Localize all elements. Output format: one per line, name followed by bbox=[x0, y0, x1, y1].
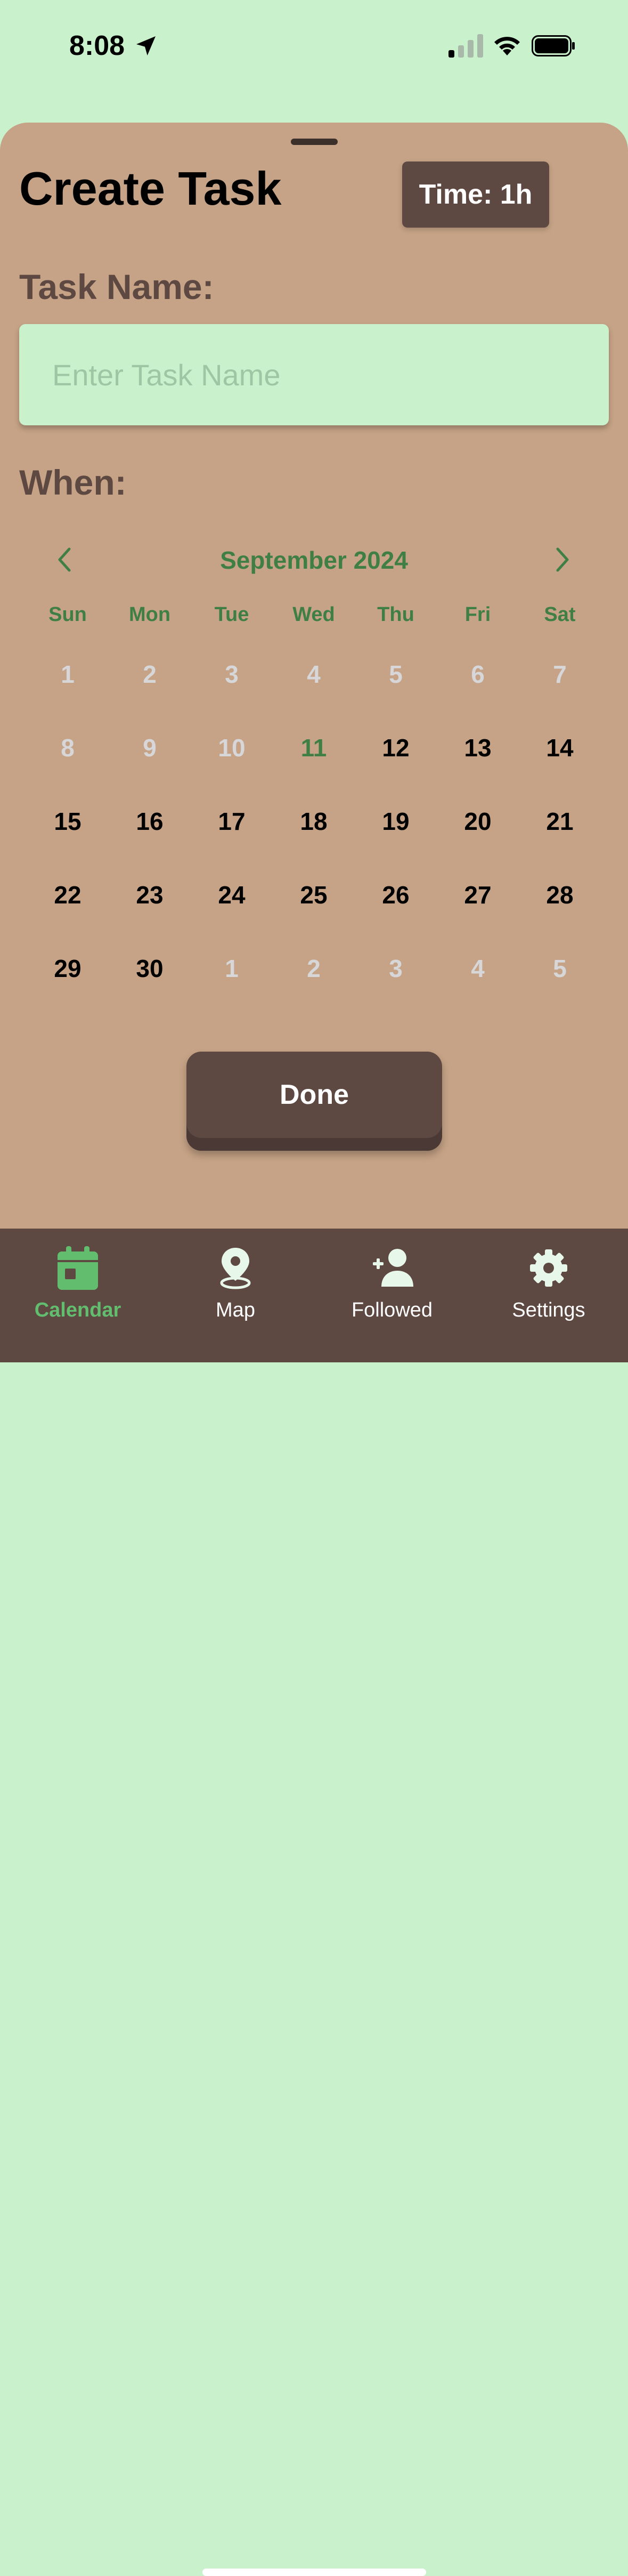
time-badge[interactable]: Time: 1h bbox=[402, 161, 549, 228]
cellular-signal-icon bbox=[448, 34, 483, 58]
calendar-day[interactable]: 12 bbox=[355, 721, 437, 774]
calendar-day[interactable]: 22 bbox=[27, 868, 109, 922]
calendar-day: 1 bbox=[225, 955, 239, 982]
calendar-day: 8 bbox=[61, 734, 75, 762]
calendar-day[interactable]: 25 bbox=[273, 868, 355, 922]
calendar-day[interactable]: 19 bbox=[355, 795, 437, 848]
calendar-day-today[interactable]: 11 bbox=[273, 721, 355, 774]
calendar-day[interactable]: 28 bbox=[519, 868, 601, 922]
calendar-day: 2 bbox=[307, 955, 321, 982]
chevron-right-icon bbox=[556, 547, 569, 572]
calendar-day: 9 bbox=[143, 734, 157, 762]
tab-followed[interactable]: Followed bbox=[328, 1245, 456, 1341]
tab-bar: Calendar Map Followed Settings bbox=[0, 1229, 628, 2576]
status-bar: 8:08 bbox=[0, 0, 628, 93]
calendar-day: 1 bbox=[61, 660, 75, 688]
calendar-day[interactable]: 21 bbox=[519, 795, 601, 848]
calendar-day: 5 bbox=[553, 955, 567, 982]
battery-icon bbox=[532, 35, 575, 56]
map-pin-icon bbox=[220, 1248, 251, 1289]
location-arrow-icon bbox=[136, 36, 156, 55]
weekday-label: Sat bbox=[544, 603, 576, 626]
calendar-day: 4 bbox=[471, 955, 485, 982]
calendar-header: September 2024 bbox=[0, 538, 628, 581]
tab-map-label: Map bbox=[216, 1299, 255, 1321]
tab-calendar[interactable]: Calendar bbox=[14, 1245, 142, 1341]
task-name-input[interactable] bbox=[19, 324, 609, 425]
create-task-sheet: Create Task Time: 1h Task Name: When: Se… bbox=[0, 123, 628, 1229]
calendar-day[interactable]: 13 bbox=[437, 721, 519, 774]
calendar-day: 10 bbox=[218, 734, 246, 762]
calendar-day[interactable]: 26 bbox=[355, 868, 437, 922]
calendar-day[interactable]: 18 bbox=[273, 795, 355, 848]
gear-icon bbox=[530, 1249, 567, 1287]
calendar-day: 6 bbox=[471, 660, 485, 688]
tab-calendar-label: Calendar bbox=[34, 1299, 121, 1321]
weekday-label: Wed bbox=[292, 603, 335, 626]
weekday-label: Fri bbox=[464, 603, 491, 626]
weekday-label: Mon bbox=[128, 603, 171, 626]
calendar-day[interactable]: 15 bbox=[27, 795, 109, 848]
calendar-day: 3 bbox=[225, 660, 239, 688]
sheet-grabber[interactable] bbox=[291, 139, 338, 145]
calendar-day[interactable]: 20 bbox=[437, 795, 519, 848]
calendar-day-grid: 1 2 3 4 5 6 7 8 9 10 11 12 13 14 15 16 17 18 19 20 21 22 23 24 2… bbox=[27, 648, 601, 1015]
tab-map[interactable]: Map bbox=[172, 1245, 299, 1341]
calendar-icon bbox=[58, 1246, 98, 1290]
tab-settings-label: Settings bbox=[512, 1299, 585, 1321]
calendar-day: 5 bbox=[389, 660, 403, 688]
calendar-month-label: September 2024 bbox=[220, 546, 408, 574]
when-label: When: bbox=[19, 463, 127, 502]
calendar-day[interactable]: 23 bbox=[109, 868, 191, 922]
calendar-day: 2 bbox=[143, 660, 157, 688]
calendar-day[interactable]: 30 bbox=[109, 942, 191, 995]
next-month-button[interactable] bbox=[541, 538, 583, 581]
calendar-day[interactable]: 27 bbox=[437, 868, 519, 922]
done-button[interactable]: Done bbox=[186, 1052, 442, 1151]
tab-settings[interactable]: Settings bbox=[485, 1245, 613, 1341]
calendar-day[interactable]: 16 bbox=[109, 795, 191, 848]
weekday-label: Thu bbox=[377, 603, 414, 626]
tab-followed-label: Followed bbox=[351, 1299, 433, 1321]
calendar-day: 3 bbox=[389, 955, 403, 982]
add-person-icon bbox=[373, 1249, 413, 1287]
page-title: Create Task bbox=[19, 162, 282, 215]
calendar-day: 4 bbox=[307, 660, 321, 688]
task-name-label: Task Name: bbox=[19, 267, 214, 306]
calendar-day[interactable]: 17 bbox=[191, 795, 273, 848]
calendar-day: 7 bbox=[553, 660, 567, 688]
wifi-icon bbox=[494, 37, 520, 55]
home-indicator[interactable] bbox=[202, 2569, 426, 2576]
calendar-weekdays: Sun Mon Tue Wed Thu Fri Sat bbox=[27, 603, 601, 626]
weekday-label: Sun bbox=[48, 603, 87, 626]
calendar-day[interactable]: 14 bbox=[519, 721, 601, 774]
status-time: 8:08 bbox=[69, 30, 125, 61]
calendar-day[interactable]: 29 bbox=[27, 942, 109, 995]
weekday-label: Tue bbox=[214, 603, 249, 626]
calendar-day[interactable]: 24 bbox=[191, 868, 273, 922]
